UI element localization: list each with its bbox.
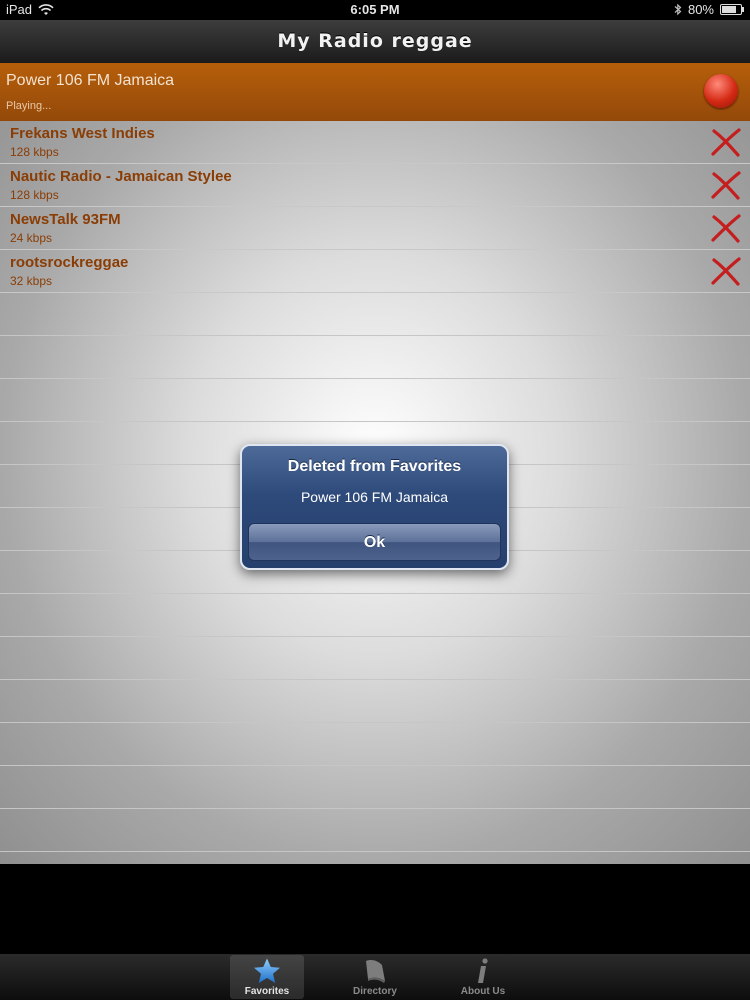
ok-button[interactable]: Ok — [248, 523, 501, 561]
battery-icon — [720, 4, 744, 15]
tab-favorites[interactable]: Favorites — [230, 955, 304, 999]
row-divider — [0, 335, 750, 336]
station-bitrate: 128 kbps — [10, 145, 59, 159]
delete-icon[interactable] — [710, 255, 742, 287]
page-title: My Radio reggae — [277, 30, 473, 52]
station-bitrate: 24 kbps — [10, 231, 53, 245]
empty-area — [0, 864, 750, 954]
battery-percent: 80% — [687, 2, 714, 17]
tab-label: Favorites — [244, 986, 290, 997]
tab-about-us[interactable]: About Us — [446, 955, 520, 999]
row-divider — [0, 808, 750, 809]
navigation-bar: My Radio reggae — [0, 20, 750, 64]
book-icon — [366, 960, 385, 983]
station-name: NewsTalk 93FM — [10, 211, 121, 228]
info-icon — [478, 958, 488, 983]
now-playing-status: Playing... — [6, 100, 52, 112]
station-name: rootsrockreggae — [10, 254, 129, 271]
station-name: Frekans West Indies — [10, 125, 155, 142]
row-divider — [0, 636, 750, 637]
row-divider — [0, 765, 750, 766]
tab-label: Directory — [353, 986, 397, 997]
tab-bar: Favorites Directory About Us — [0, 954, 750, 1000]
row-divider — [0, 851, 750, 852]
row-divider — [0, 679, 750, 680]
station-bitrate: 128 kbps — [10, 188, 59, 202]
bluetooth-icon — [674, 3, 682, 16]
alert-dialog: Deleted from Favorites Power 106 FM Jama… — [240, 444, 509, 570]
tab-directory[interactable]: Directory — [338, 955, 412, 999]
tab-label: About Us — [460, 986, 506, 997]
list-item[interactable]: Frekans West Indies 128 kbps — [0, 121, 750, 164]
row-divider — [0, 378, 750, 379]
station-bitrate: 32 kbps — [10, 274, 53, 288]
row-divider — [0, 593, 750, 594]
delete-icon[interactable] — [710, 126, 742, 158]
row-divider — [0, 421, 750, 422]
row-divider — [0, 722, 750, 723]
now-playing-row[interactable]: Power 106 FM Jamaica Playing... — [0, 63, 750, 121]
status-time: 6:05 PM — [350, 2, 400, 17]
alert-title: Deleted from Favorites — [287, 458, 462, 475]
delete-icon[interactable] — [710, 212, 742, 244]
list-item[interactable]: rootsrockreggae 32 kbps — [0, 250, 750, 293]
stop-button[interactable] — [704, 74, 738, 108]
station-name: Nautic Radio - Jamaican Stylee — [10, 168, 232, 185]
now-playing-title: Power 106 FM Jamaica — [6, 72, 175, 89]
delete-icon[interactable] — [710, 169, 742, 201]
alert-message: Power 106 FM Jamaica — [300, 489, 449, 505]
star-icon — [254, 958, 280, 983]
list-item[interactable]: NewsTalk 93FM 24 kbps — [0, 207, 750, 250]
list-item[interactable]: Nautic Radio - Jamaican Stylee 128 kbps — [0, 164, 750, 207]
status-bar: iPad 6:05 PM 80% — [0, 0, 750, 20]
